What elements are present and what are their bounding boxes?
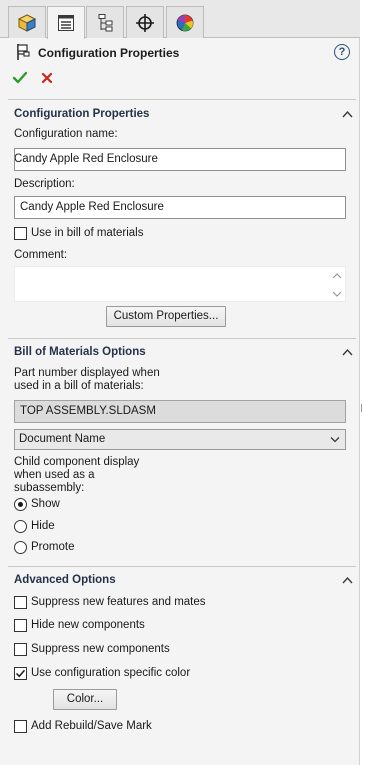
ok-checkmark-icon[interactable] <box>12 71 28 85</box>
configuration-name-label: Configuration name: <box>14 128 118 140</box>
hide-components-label: Hide new components <box>31 619 145 631</box>
chevron-down-icon <box>330 437 340 443</box>
color-wheel-icon <box>176 14 194 31</box>
part-number-field: TOP ASSEMBLY.SLDASM <box>14 400 346 423</box>
crosshair-target-icon <box>136 13 154 32</box>
use-in-bom-label: Use in bill of materials <box>31 227 144 239</box>
radio-promote[interactable] <box>14 541 27 554</box>
section-divider <box>8 566 356 567</box>
manager-tab-bar <box>0 0 360 39</box>
config-color-label: Use configuration specific color <box>31 667 191 679</box>
child-display-label-line1: Child component display <box>14 456 140 468</box>
comment-label: Comment: <box>14 249 68 261</box>
tab-property-manager[interactable] <box>47 6 85 39</box>
configuration-name-input[interactable]: Candy Apple Red Enclosure <box>14 148 346 171</box>
help-icon[interactable]: ? <box>334 44 350 60</box>
custom-properties-button[interactable]: Custom Properties... <box>106 306 226 327</box>
page-title: Configuration Properties <box>38 46 180 60</box>
use-in-bom-checkbox[interactable] <box>14 227 27 240</box>
configuration-manager-tree-icon <box>98 13 113 31</box>
section-divider <box>8 338 356 339</box>
radio-promote-label: Promote <box>31 541 75 553</box>
scroll-arrows-icon[interactable] <box>331 269 343 301</box>
rebuild-save-mark-label: Add Rebuild/Save Mark <box>31 720 152 732</box>
part-number-source-value: Document Name <box>19 433 106 445</box>
panel-splitter[interactable] <box>360 0 365 765</box>
cancel-x-icon[interactable] <box>41 72 53 84</box>
tab-configuration-manager[interactable] <box>86 6 124 38</box>
suppress-features-label: Suppress new features and mates <box>31 596 206 608</box>
child-display-label-line3: subassembly: <box>14 482 85 494</box>
splitter-grip <box>361 404 364 412</box>
tab-dimxpert-manager[interactable] <box>126 6 164 38</box>
radio-show[interactable] <box>14 498 27 511</box>
section-divider <box>8 99 356 100</box>
collapse-chevron-icon[interactable] <box>342 576 353 584</box>
collapse-chevron-icon[interactable] <box>342 110 353 118</box>
hide-components-checkbox[interactable] <box>14 619 27 632</box>
configuration-flag-icon <box>17 44 30 60</box>
suppress-components-checkbox[interactable] <box>14 643 27 656</box>
config-color-checkbox[interactable] <box>14 667 27 680</box>
suppress-components-label: Suppress new components <box>31 643 170 655</box>
child-display-label-line2: when used as a <box>14 469 95 481</box>
config-section-title: Configuration Properties <box>14 108 150 120</box>
part-number-label-line2: used in a bill of materials: <box>14 380 144 392</box>
description-input[interactable]: Candy Apple Red Enclosure <box>14 196 346 219</box>
part-number-label-line1: Part number displayed when <box>14 367 160 379</box>
tab-display-manager[interactable] <box>166 6 204 38</box>
description-label: Description: <box>14 178 75 190</box>
color-button[interactable]: Color... <box>53 689 117 710</box>
rebuild-save-mark-checkbox[interactable] <box>14 720 27 733</box>
collapse-chevron-icon[interactable] <box>342 348 353 356</box>
suppress-features-checkbox[interactable] <box>14 596 27 609</box>
property-manager-panel: Configuration Properties ? Configuration… <box>0 0 360 765</box>
radio-show-label: Show <box>31 498 60 510</box>
advanced-section-title: Advanced Options <box>14 574 116 586</box>
tab-feature-manager[interactable] <box>8 6 46 38</box>
radio-hide-label: Hide <box>31 520 55 532</box>
radio-hide[interactable] <box>14 520 27 533</box>
property-manager-list-icon <box>58 15 74 31</box>
part-number-source-select[interactable]: Document Name <box>14 429 346 450</box>
feature-manager-cube-icon <box>17 13 37 32</box>
bom-section-title: Bill of Materials Options <box>14 346 146 358</box>
checkmark-icon <box>15 669 26 678</box>
comment-textarea[interactable] <box>14 266 346 302</box>
